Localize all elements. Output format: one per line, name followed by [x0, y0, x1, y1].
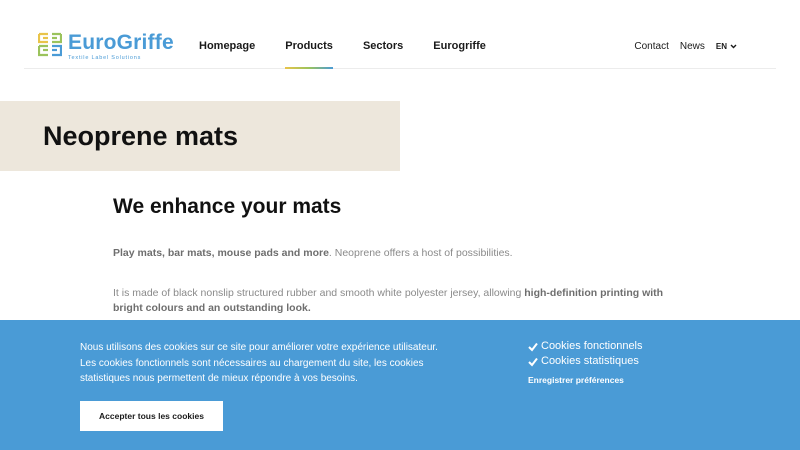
utility-nav: Contact News EN [623, 41, 737, 52]
brand-name-part1: Euro [68, 31, 117, 54]
logo-text: EuroGriffe Textile Label Solutions [68, 32, 174, 61]
cookie-line-1: Nous utilisons des cookies sur ce site p… [80, 342, 438, 353]
section-heading: We enhance your mats [113, 195, 342, 218]
check-icon [528, 342, 538, 352]
accept-all-cookies-button[interactable]: Accepter tous les cookies [80, 401, 223, 431]
logo-mark-icon [38, 32, 62, 57]
cookie-stats-label: Cookies statistiques [541, 355, 639, 367]
language-label: EN [715, 42, 727, 51]
check-icon [528, 357, 538, 367]
nav-item-homepage[interactable]: Homepage [199, 40, 255, 69]
page-title: Neoprene mats [43, 121, 239, 151]
nav-item-products[interactable]: Products [285, 40, 333, 69]
cookie-line-2: Les cookies fonctionnels sont nécessaire… [80, 357, 424, 369]
cookie-message: Nous utilisons des cookies sur ce site p… [80, 340, 480, 387]
cookie-functional-label: Cookies fonctionnels [541, 340, 643, 352]
main-nav: Homepage Products Sectors Eurogriffe [199, 40, 516, 69]
chevron-down-icon [730, 44, 737, 49]
logo[interactable]: EuroGriffe Textile Label Solutions [38, 32, 174, 61]
language-selector[interactable]: EN [716, 42, 737, 51]
cookie-functional-checkbox[interactable]: Cookies fonctionnels [528, 339, 643, 354]
site-header: EuroGriffe Textile Label Solutions Homep… [24, 0, 776, 69]
material-paragraph: It is made of black nonslip structured r… [113, 286, 688, 316]
main-content: We enhance your mats Play mats, bar mats… [113, 195, 688, 316]
save-preferences-link[interactable]: Enregistrer préférences [528, 375, 643, 385]
nav-item-eurogriffe[interactable]: Eurogriffe [433, 40, 486, 69]
page-title-band: Neoprene mats [0, 101, 400, 171]
brand-name-part2: Griffe [116, 31, 174, 54]
nav-item-sectors[interactable]: Sectors [363, 40, 403, 69]
brand-name: EuroGriffe [68, 32, 174, 53]
cookie-options: Cookies fonctionnels Cookies statistique… [528, 339, 643, 385]
material-text: It is made of black nonslip structured r… [113, 287, 525, 299]
brand-tagline: Textile Label Solutions [68, 55, 142, 61]
intro-paragraph: Play mats, bar mats, mouse pads and more… [113, 246, 688, 260]
cookie-line-3: statistiques nous permettent de mieux ré… [80, 373, 358, 384]
intro-bold: Play mats, bar mats, mouse pads and more [113, 247, 329, 259]
intro-rest: . Neoprene offers a host of possibilitie… [328, 247, 513, 259]
cookie-stats-checkbox[interactable]: Cookies statistiques [528, 354, 643, 369]
contact-link[interactable]: Contact [634, 41, 668, 52]
cookie-banner: Nous utilisons des cookies sur ce site p… [0, 320, 800, 450]
news-link[interactable]: News [680, 41, 705, 52]
